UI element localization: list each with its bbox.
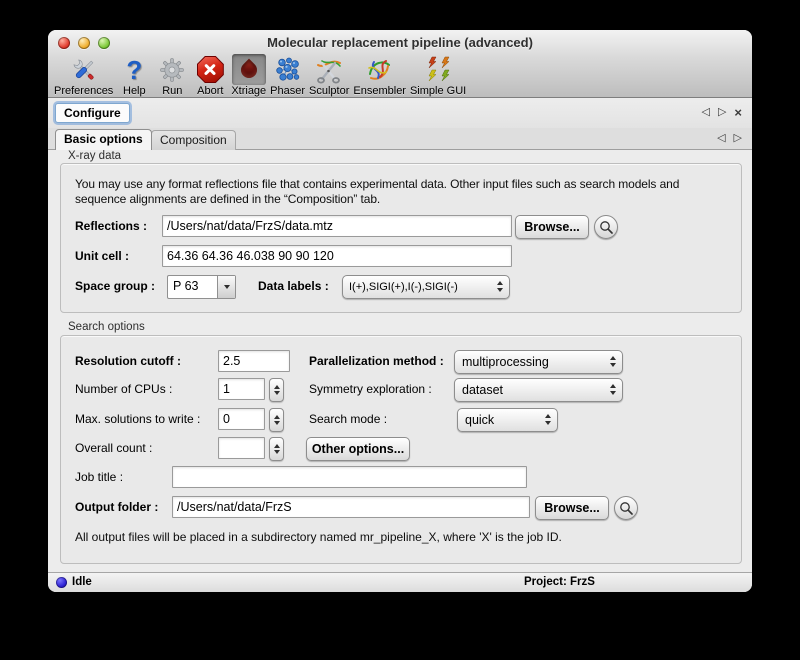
status-dot-icon xyxy=(56,577,67,588)
toolbar-item-ensembler[interactable]: Ensembler xyxy=(351,54,408,97)
space-group-combo[interactable]: P 63 xyxy=(167,275,236,299)
search-mode-popup[interactable]: quick xyxy=(457,408,558,432)
popup-arrows-icon xyxy=(610,384,616,395)
job-title-input[interactable] xyxy=(172,466,527,488)
search-mode-value: quick xyxy=(465,413,494,427)
max-solutions-label: Max. solutions to write : xyxy=(75,408,200,430)
tab-nav-forward-icon[interactable]: ▷ xyxy=(734,133,742,144)
toolbar-label: Help xyxy=(123,85,146,97)
reflections-magnifier-icon[interactable] xyxy=(594,215,618,239)
other-options-button[interactable]: Other options... xyxy=(306,437,410,461)
output-folder-magnifier-icon[interactable] xyxy=(614,496,638,520)
gear-icon xyxy=(155,54,189,85)
parallelization-method-popup[interactable]: multiprocessing xyxy=(454,350,623,374)
reflections-label: Reflections : xyxy=(75,215,147,237)
toolbar-label: Abort xyxy=(197,85,223,97)
space-group-label: Space group : xyxy=(75,275,155,297)
space-group-value: P 63 xyxy=(168,276,217,298)
configure-bar: Configure ◁ ▷ × xyxy=(48,98,752,128)
toolbar: Preferences ? Help xyxy=(52,53,748,97)
toolbar-item-phaser[interactable]: Phaser xyxy=(268,54,307,97)
tab-basic-options[interactable]: Basic options xyxy=(55,129,152,150)
tools-icon xyxy=(67,54,101,85)
unit-cell-label: Unit cell : xyxy=(75,245,129,267)
status-bar: Idle Project: FrzS xyxy=(48,572,752,592)
output-folder-input[interactable] xyxy=(172,496,530,518)
toolbar-label: Preferences xyxy=(54,85,113,97)
xray-description: You may use any format reflections file … xyxy=(75,177,733,207)
parallelization-method-value: multiprocessing xyxy=(462,355,549,369)
toolbar-item-xtriage[interactable]: Xtriage xyxy=(229,54,268,97)
ribbon-tangle-icon xyxy=(363,54,397,85)
symmetry-exploration-label: Symmetry exploration : xyxy=(309,378,432,400)
toolbar-label: Ensembler xyxy=(353,85,406,97)
overall-count-stepper[interactable] xyxy=(269,437,284,461)
data-labels-value: I(+),SIGI(+),I(-),SIGI(-) xyxy=(349,281,458,293)
toolbar-label: Xtriage xyxy=(231,85,266,97)
app-window: Molecular replacement pipeline (advanced… xyxy=(48,30,752,592)
output-folder-browse-button[interactable]: Browse... xyxy=(535,496,609,520)
popup-arrows-icon xyxy=(610,356,616,367)
toolbar-item-simple-gui[interactable]: Simple GUI xyxy=(408,54,468,97)
stop-x-icon xyxy=(193,54,227,85)
configure-nav: ◁ ▷ × xyxy=(701,106,742,119)
nav-back-icon[interactable]: ◁ xyxy=(701,107,709,118)
data-labels-popup[interactable]: I(+),SIGI(+),I(-),SIGI(-) xyxy=(342,275,510,299)
chevron-down-icon[interactable] xyxy=(217,276,235,298)
job-title-label: Job title : xyxy=(75,466,123,488)
close-tab-icon[interactable]: × xyxy=(734,106,742,119)
configure-tab-button[interactable]: Configure xyxy=(55,103,130,123)
titlebar: Molecular replacement pipeline (advanced… xyxy=(48,30,752,98)
unit-cell-input[interactable] xyxy=(162,245,512,267)
cpus-stepper[interactable] xyxy=(269,378,284,402)
overall-count-input[interactable] xyxy=(218,437,265,459)
status-text: Idle xyxy=(72,576,92,588)
toolbar-item-run[interactable]: Run xyxy=(153,54,191,97)
scissors-ribbon-icon xyxy=(312,54,346,85)
tab-nav-back-icon[interactable]: ◁ xyxy=(717,133,725,144)
resolution-cutoff-input[interactable] xyxy=(218,350,290,372)
toolbar-item-sculptor[interactable]: Sculptor xyxy=(307,54,351,97)
tab-nav: ◁ ▷ xyxy=(717,133,742,144)
output-note: All output files will be placed in a sub… xyxy=(75,530,562,544)
reflections-browse-button[interactable]: Browse... xyxy=(515,215,589,239)
nav-forward-icon[interactable]: ▷ xyxy=(718,107,726,118)
popup-arrows-icon xyxy=(497,281,503,292)
symmetry-exploration-value: dataset xyxy=(462,383,503,397)
search-section-title: Search options xyxy=(68,321,145,333)
question-icon: ? xyxy=(117,54,151,85)
search-mode-label: Search mode : xyxy=(309,408,387,430)
popup-arrows-icon xyxy=(545,414,551,425)
max-solutions-input[interactable] xyxy=(218,408,265,430)
colored-arrows-icon xyxy=(421,54,455,85)
symmetry-exploration-popup[interactable]: dataset xyxy=(454,378,623,402)
tab-bar: Basic options Composition ◁ ▷ xyxy=(48,128,752,150)
molecule-icon xyxy=(271,54,305,85)
max-solutions-stepper[interactable] xyxy=(269,408,284,432)
overall-count-label: Overall count : xyxy=(75,437,152,459)
number-of-cpus-label: Number of CPUs : xyxy=(75,378,172,400)
parallelization-method-label: Parallelization method : xyxy=(309,350,444,372)
data-labels-label: Data labels : xyxy=(258,275,329,297)
xray-section-title: X-ray data xyxy=(68,150,121,162)
number-of-cpus-input[interactable] xyxy=(218,378,265,400)
toolbar-label: Phaser xyxy=(270,85,305,97)
toolbar-item-abort[interactable]: Abort xyxy=(191,54,229,97)
window-title: Molecular replacement pipeline (advanced… xyxy=(48,35,752,50)
toolbar-label: Run xyxy=(162,85,182,97)
blood-drop-icon xyxy=(232,54,266,85)
toolbar-label: Simple GUI xyxy=(410,85,466,97)
project-label: Project: FrzS xyxy=(524,576,595,588)
toolbar-item-preferences[interactable]: Preferences xyxy=(52,54,115,97)
reflections-input[interactable] xyxy=(162,215,512,237)
toolbar-label: Sculptor xyxy=(309,85,349,97)
toolbar-item-help[interactable]: ? Help xyxy=(115,54,153,97)
output-folder-label: Output folder : xyxy=(75,496,158,518)
resolution-cutoff-label: Resolution cutoff : xyxy=(75,350,181,372)
tab-composition[interactable]: Composition xyxy=(151,130,236,150)
